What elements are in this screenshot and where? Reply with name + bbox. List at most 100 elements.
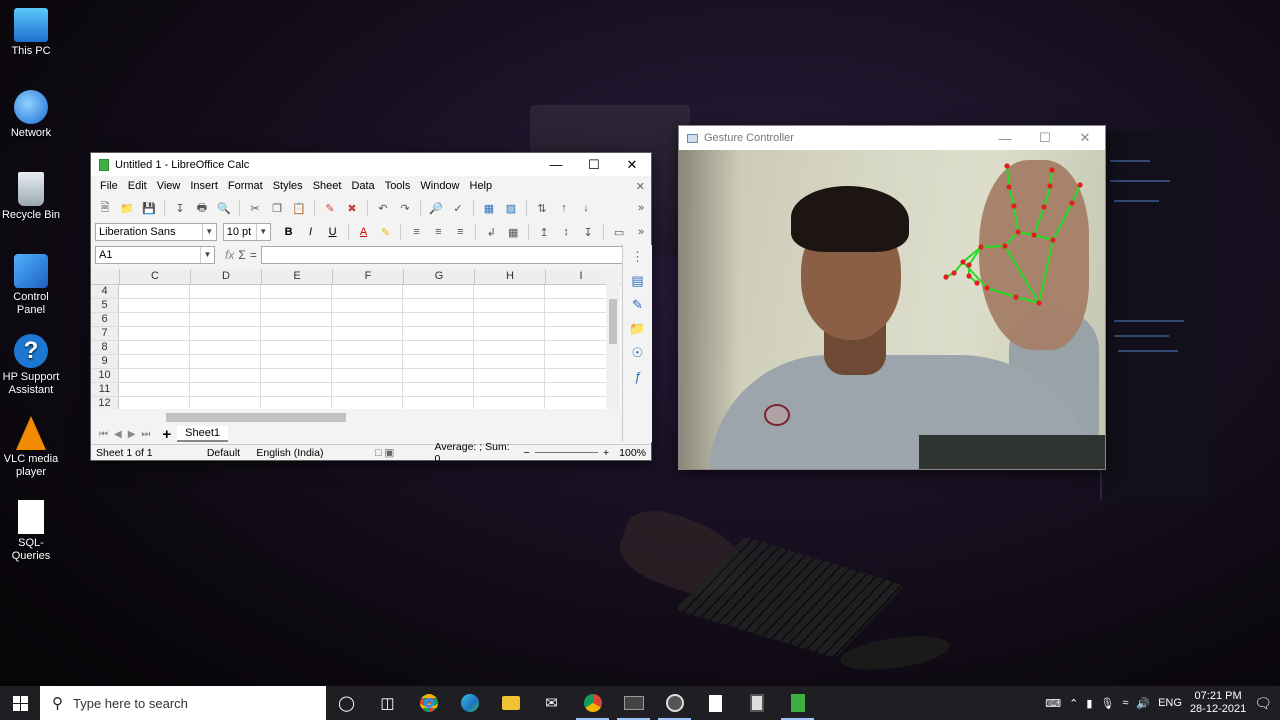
menu-tools[interactable]: Tools [380,180,416,192]
battery-icon[interactable]: ▮ [1086,697,1092,710]
libreoffice-calc-icon[interactable] [777,686,818,720]
row-header[interactable]: 11 [91,383,119,396]
menu-insert[interactable]: Insert [185,180,223,192]
menu-data[interactable]: Data [346,180,379,192]
column-header[interactable]: F [332,269,403,284]
row-header[interactable]: 9 [91,355,119,368]
minimize-button[interactable]: — [537,153,575,176]
italic-button[interactable]: I [301,223,321,241]
styles-icon[interactable]: ✎ [629,297,647,315]
menu-styles[interactable]: Styles [268,180,308,192]
menu-sheet[interactable]: Sheet [308,180,347,192]
desktop-icon-sql-queries[interactable]: SQL-Queries [0,500,62,563]
function-wizard-icon[interactable]: fx [225,248,234,262]
menu-view[interactable]: View [152,180,186,192]
align-right-icon[interactable]: ≡ [450,223,470,241]
export-icon[interactable]: ↧ [170,199,190,217]
chevron-down-icon[interactable]: ▼ [200,247,214,263]
menu-file[interactable]: File [95,180,123,192]
row-icon[interactable]: ▦ [479,199,499,217]
font-name-combo[interactable]: Liberation Sans ▼ [95,223,217,241]
file-explorer-icon[interactable] [490,686,531,720]
notification-icon[interactable]: 🗨 [1254,695,1272,712]
font-size-combo[interactable]: 10 pt ▼ [222,223,271,241]
gesture-titlebar[interactable]: Gesture Controller — ☐ ✕ [679,126,1105,150]
mail-icon[interactable]: ✉ [531,686,572,720]
save-icon[interactable]: 💾 [139,199,159,217]
formula-icon[interactable]: = [250,248,257,262]
scroll-thumb[interactable] [166,413,346,422]
calc-titlebar[interactable]: Untitled 1 - LibreOffice Calc — ☐ ✕ [91,153,651,176]
desktop-icon-hp-support[interactable]: ? HP Support Assistant [0,334,62,397]
clock[interactable]: 07:21 PM 28-12-2021 [1190,690,1246,716]
undo-icon[interactable]: ↶ [373,199,393,217]
column-header[interactable]: E [261,269,332,284]
clone-formatting-icon[interactable]: ✎ [320,199,340,217]
status-language[interactable]: English (India) [251,447,370,459]
microphone-icon[interactable]: 🎙 [1100,697,1114,710]
menu-format[interactable]: Format [223,180,268,192]
name-box[interactable]: A1 ▼ [95,246,215,264]
bold-button[interactable]: B [279,223,299,241]
edge-icon[interactable] [449,686,490,720]
desktop-icon-this-pc[interactable]: This PC [0,8,62,58]
add-sheet-button[interactable]: + [162,426,171,443]
document-close-icon[interactable]: ✕ [636,180,645,193]
chevron-down-icon[interactable]: ▼ [255,224,270,240]
row-header[interactable]: 5 [91,299,119,312]
menu-help[interactable]: Help [465,180,498,192]
row-header[interactable]: 8 [91,341,119,354]
toolbar-overflow-icon[interactable]: » [631,199,651,217]
maximize-button[interactable]: ☐ [575,153,613,176]
scroll-thumb[interactable] [609,299,617,344]
print-icon[interactable]: 🖶 [192,199,212,217]
terminal-icon[interactable] [613,686,654,720]
sort-ascending-icon[interactable]: ↑ [554,199,574,217]
properties-icon[interactable]: ▤ [629,273,647,291]
align-bottom-icon[interactable]: ↧ [578,223,598,241]
desktop-icon-control-panel[interactable]: Control Panel [0,254,62,317]
chevron-up-icon[interactable]: ⌃ [1069,697,1078,710]
minimize-button[interactable]: — [985,127,1025,150]
redo-icon[interactable]: ↷ [395,199,415,217]
maximize-button[interactable]: ☐ [1025,127,1065,150]
formula-input[interactable] [260,246,623,264]
align-center-icon[interactable]: ≡ [428,223,448,241]
merge-cells-icon[interactable]: ▦ [503,223,523,241]
last-sheet-icon[interactable]: ⏭ [141,429,150,440]
column-header[interactable]: C [119,269,190,284]
copy-icon[interactable]: ❐ [267,199,287,217]
obs-icon[interactable] [654,686,695,720]
underline-button[interactable]: U [323,223,343,241]
row-header[interactable]: 4 [91,285,119,298]
font-color-icon[interactable]: A [354,223,374,241]
zoom-level[interactable]: 100% [614,447,651,459]
open-icon[interactable]: 📁 [117,199,137,217]
align-left-icon[interactable]: ≡ [406,223,426,241]
print-preview-icon[interactable]: 🔍 [214,199,234,217]
desktop-icon-vlc[interactable]: VLC media player [0,416,62,479]
tab-sheet1[interactable]: Sheet1 [177,426,229,442]
task-view-icon[interactable]: ◫ [367,686,408,720]
desktop-icon-network[interactable]: Network [0,90,62,140]
cortana-icon[interactable]: ◯ [326,686,367,720]
sort-descending-icon[interactable]: ↓ [576,199,596,217]
toolbar-overflow-icon[interactable]: » [631,223,651,241]
functions-icon[interactable]: ƒ [629,369,647,387]
close-button[interactable]: ✕ [613,153,651,176]
chrome-profile-icon[interactable] [572,686,613,720]
menu-edit[interactable]: Edit [123,180,152,192]
row-header[interactable]: 7 [91,327,119,340]
wifi-icon[interactable]: ≈ [1122,697,1128,709]
align-top-icon[interactable]: ↥ [534,223,554,241]
horizontal-scrollbar[interactable] [91,411,621,423]
chevron-down-icon[interactable]: ▼ [201,224,216,240]
status-page-style[interactable]: Default [202,447,252,459]
sort-icon[interactable]: ⇅ [532,199,552,217]
close-button[interactable]: ✕ [1065,127,1105,150]
calculator-icon[interactable] [736,686,777,720]
row-header[interactable]: 6 [91,313,119,326]
row-header[interactable]: 12 [91,397,119,409]
sum-icon[interactable]: Σ [238,248,245,262]
sidebar-menu-icon[interactable]: ⋮ [629,249,647,267]
